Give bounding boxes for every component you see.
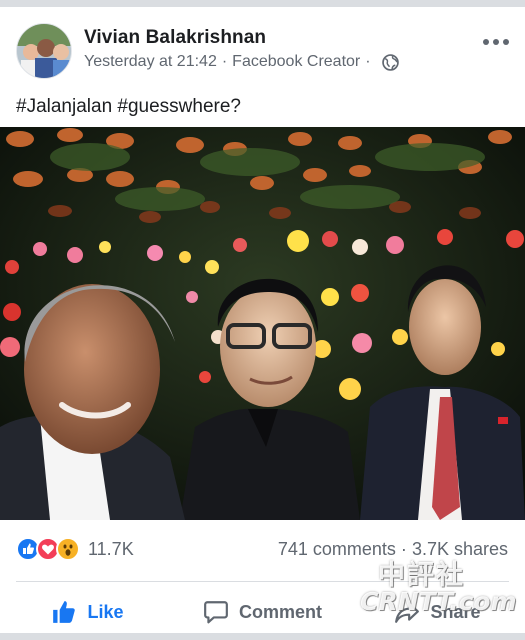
avatar-photo [17,24,71,78]
more-options-button[interactable] [483,37,509,47]
share-arrow-icon [395,602,420,623]
more-dot [483,39,489,45]
engagement-counts: 741 comments · 3.7K shares [278,539,508,560]
actions-divider [16,581,509,582]
author-name[interactable]: Vivian Balakrishnan [84,27,266,49]
wow-reaction-icon [56,537,80,561]
comment-count[interactable]: 741 comments [278,539,396,559]
globe-icon[interactable] [381,53,399,71]
reaction-count: 11.7K [88,538,134,559]
share-count[interactable]: 3.7K shares [412,539,508,559]
screenshot-frame: Vivian Balakrishnan Yesterday at 21:42 ·… [0,0,525,640]
more-dot [503,39,509,45]
like-label: Like [87,601,124,622]
post-timestamp[interactable]: Yesterday at 21:42 [84,53,217,71]
reaction-summary[interactable]: 11.7K [16,537,134,561]
more-dot [493,39,499,45]
selfie-photo [0,127,525,520]
post-meta: Yesterday at 21:42 · Facebook Creator · [84,53,399,71]
author-avatar[interactable] [16,23,72,79]
post-photo[interactable] [0,127,525,520]
comment-label: Comment [238,601,322,622]
like-button[interactable]: Like [0,586,175,638]
thumbs-up-icon [53,601,76,623]
post-text: #Jalanjalan #guesswhere? [16,96,241,117]
share-button[interactable]: Share [350,586,525,638]
post-card: Vivian Balakrishnan Yesterday at 21:42 ·… [0,7,525,633]
post-source: Facebook Creator [232,53,361,70]
speech-bubble-icon [204,601,228,624]
meta-separator: · [221,53,228,70]
post-actions: Like Comment Share [0,586,525,638]
comment-button[interactable]: Comment [175,586,350,638]
counts-separator: · [400,539,407,559]
meta-separator-2: · [365,53,371,70]
share-label: Share [430,601,481,622]
